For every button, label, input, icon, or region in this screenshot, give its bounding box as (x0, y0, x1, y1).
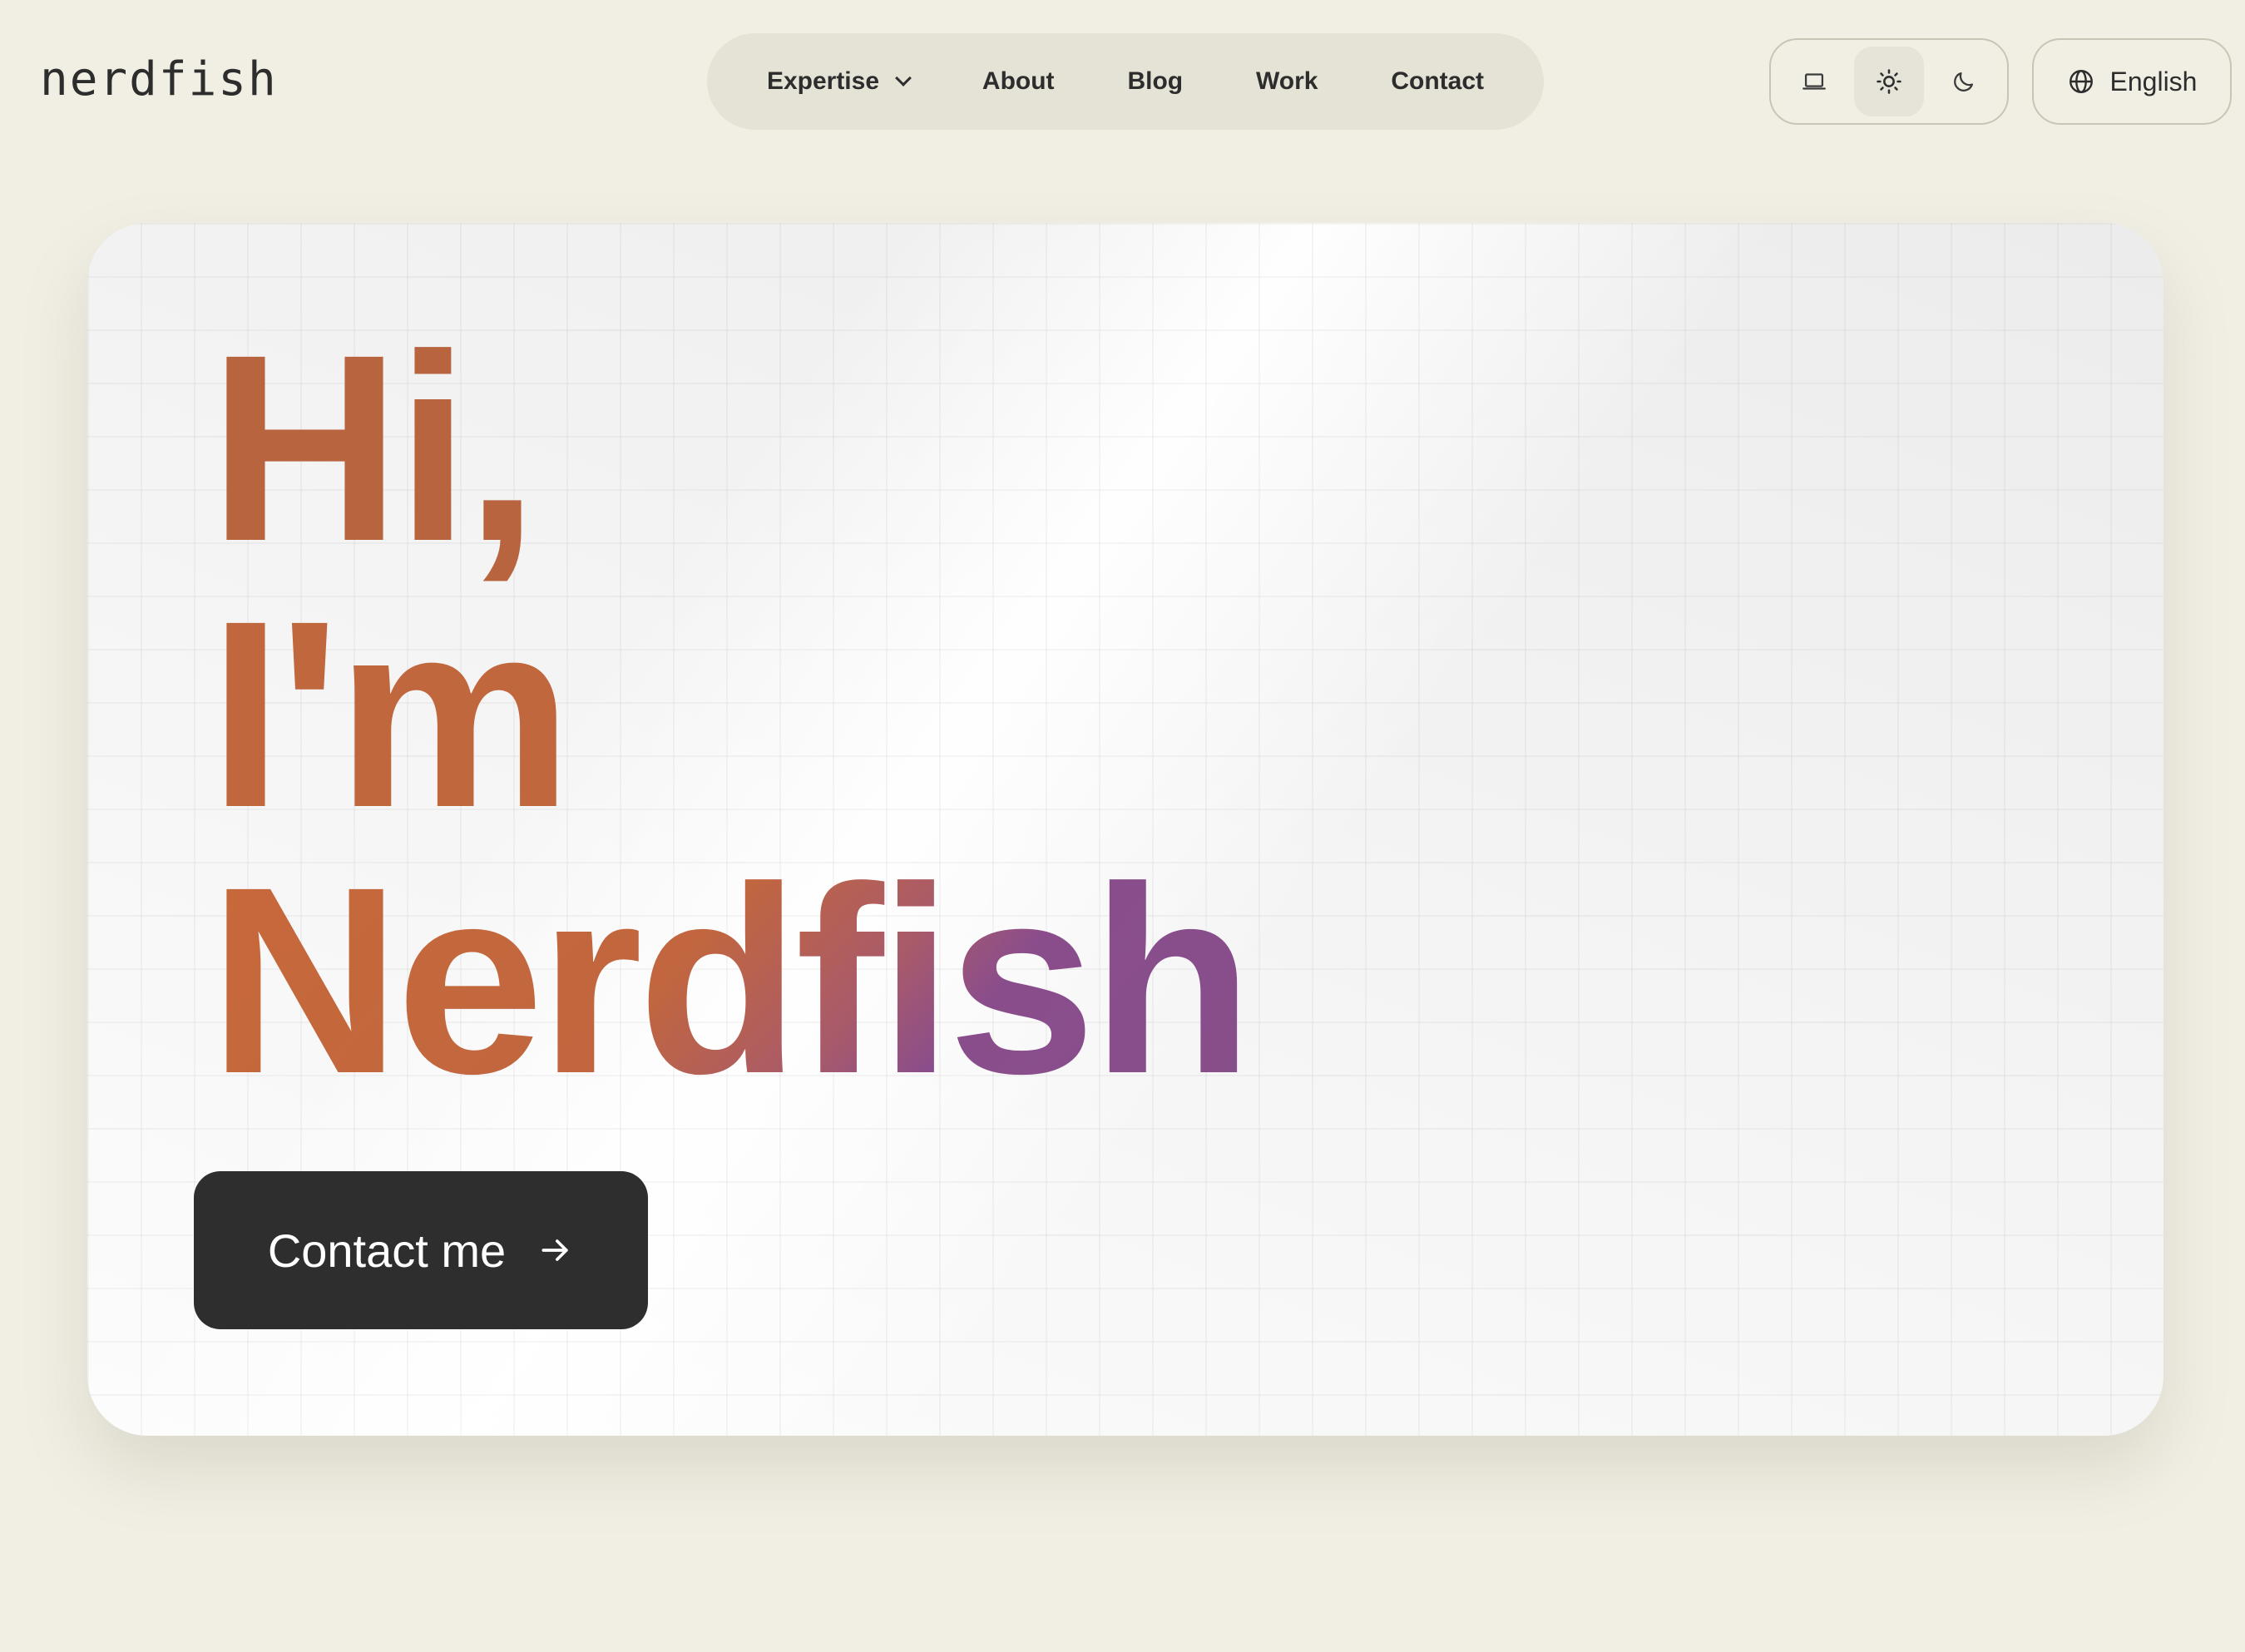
sun-icon (1877, 69, 1901, 94)
site-header: nerdfish Expertise About Blog Work Conta… (0, 0, 2245, 166)
nav-item-label: About (982, 67, 1055, 95)
nav-item-contact[interactable]: Contact (1372, 51, 1502, 112)
nav-item-about[interactable]: About (964, 51, 1073, 112)
moon-icon (1954, 72, 1974, 92)
nav-item-label: Expertise (766, 67, 880, 95)
language-selector[interactable]: English (2032, 38, 2232, 125)
contact-me-label: Contact me (267, 1224, 507, 1277)
hero-card: Hi, I'm Nerdfish Contact me (87, 223, 2163, 1436)
language-label: English (2109, 66, 2198, 96)
theme-light-button[interactable] (1854, 47, 1924, 116)
nav-item-blog[interactable]: Blog (1109, 51, 1201, 112)
theme-toggle (1769, 38, 2009, 125)
theme-system-button[interactable] (1779, 47, 1849, 116)
hero-heading: Hi, I'm Nerdfish (209, 299, 1254, 1129)
theme-dark-button[interactable] (1929, 47, 1999, 116)
laptop-icon (1802, 73, 1826, 90)
nav-item-label: Blog (1127, 67, 1184, 95)
arrow-right-icon (541, 1239, 568, 1261)
globe-icon (2069, 70, 2093, 93)
nav-item-label: Work (1255, 67, 1318, 95)
main-nav: Expertise About Blog Work Contact (707, 33, 1544, 130)
nav-item-label: Contact (1391, 67, 1485, 95)
hero-line-name: Nerdfish (209, 831, 1254, 1129)
hero-line-intro: I'm (209, 565, 573, 863)
chevron-down-icon (895, 70, 912, 87)
hero-line-greeting: Hi, (209, 299, 539, 596)
nav-item-expertise[interactable]: Expertise (749, 51, 927, 112)
contact-me-button[interactable]: Contact me (194, 1171, 648, 1329)
nav-item-work[interactable]: Work (1238, 51, 1336, 112)
site-logo[interactable]: nerdfish (40, 47, 278, 113)
